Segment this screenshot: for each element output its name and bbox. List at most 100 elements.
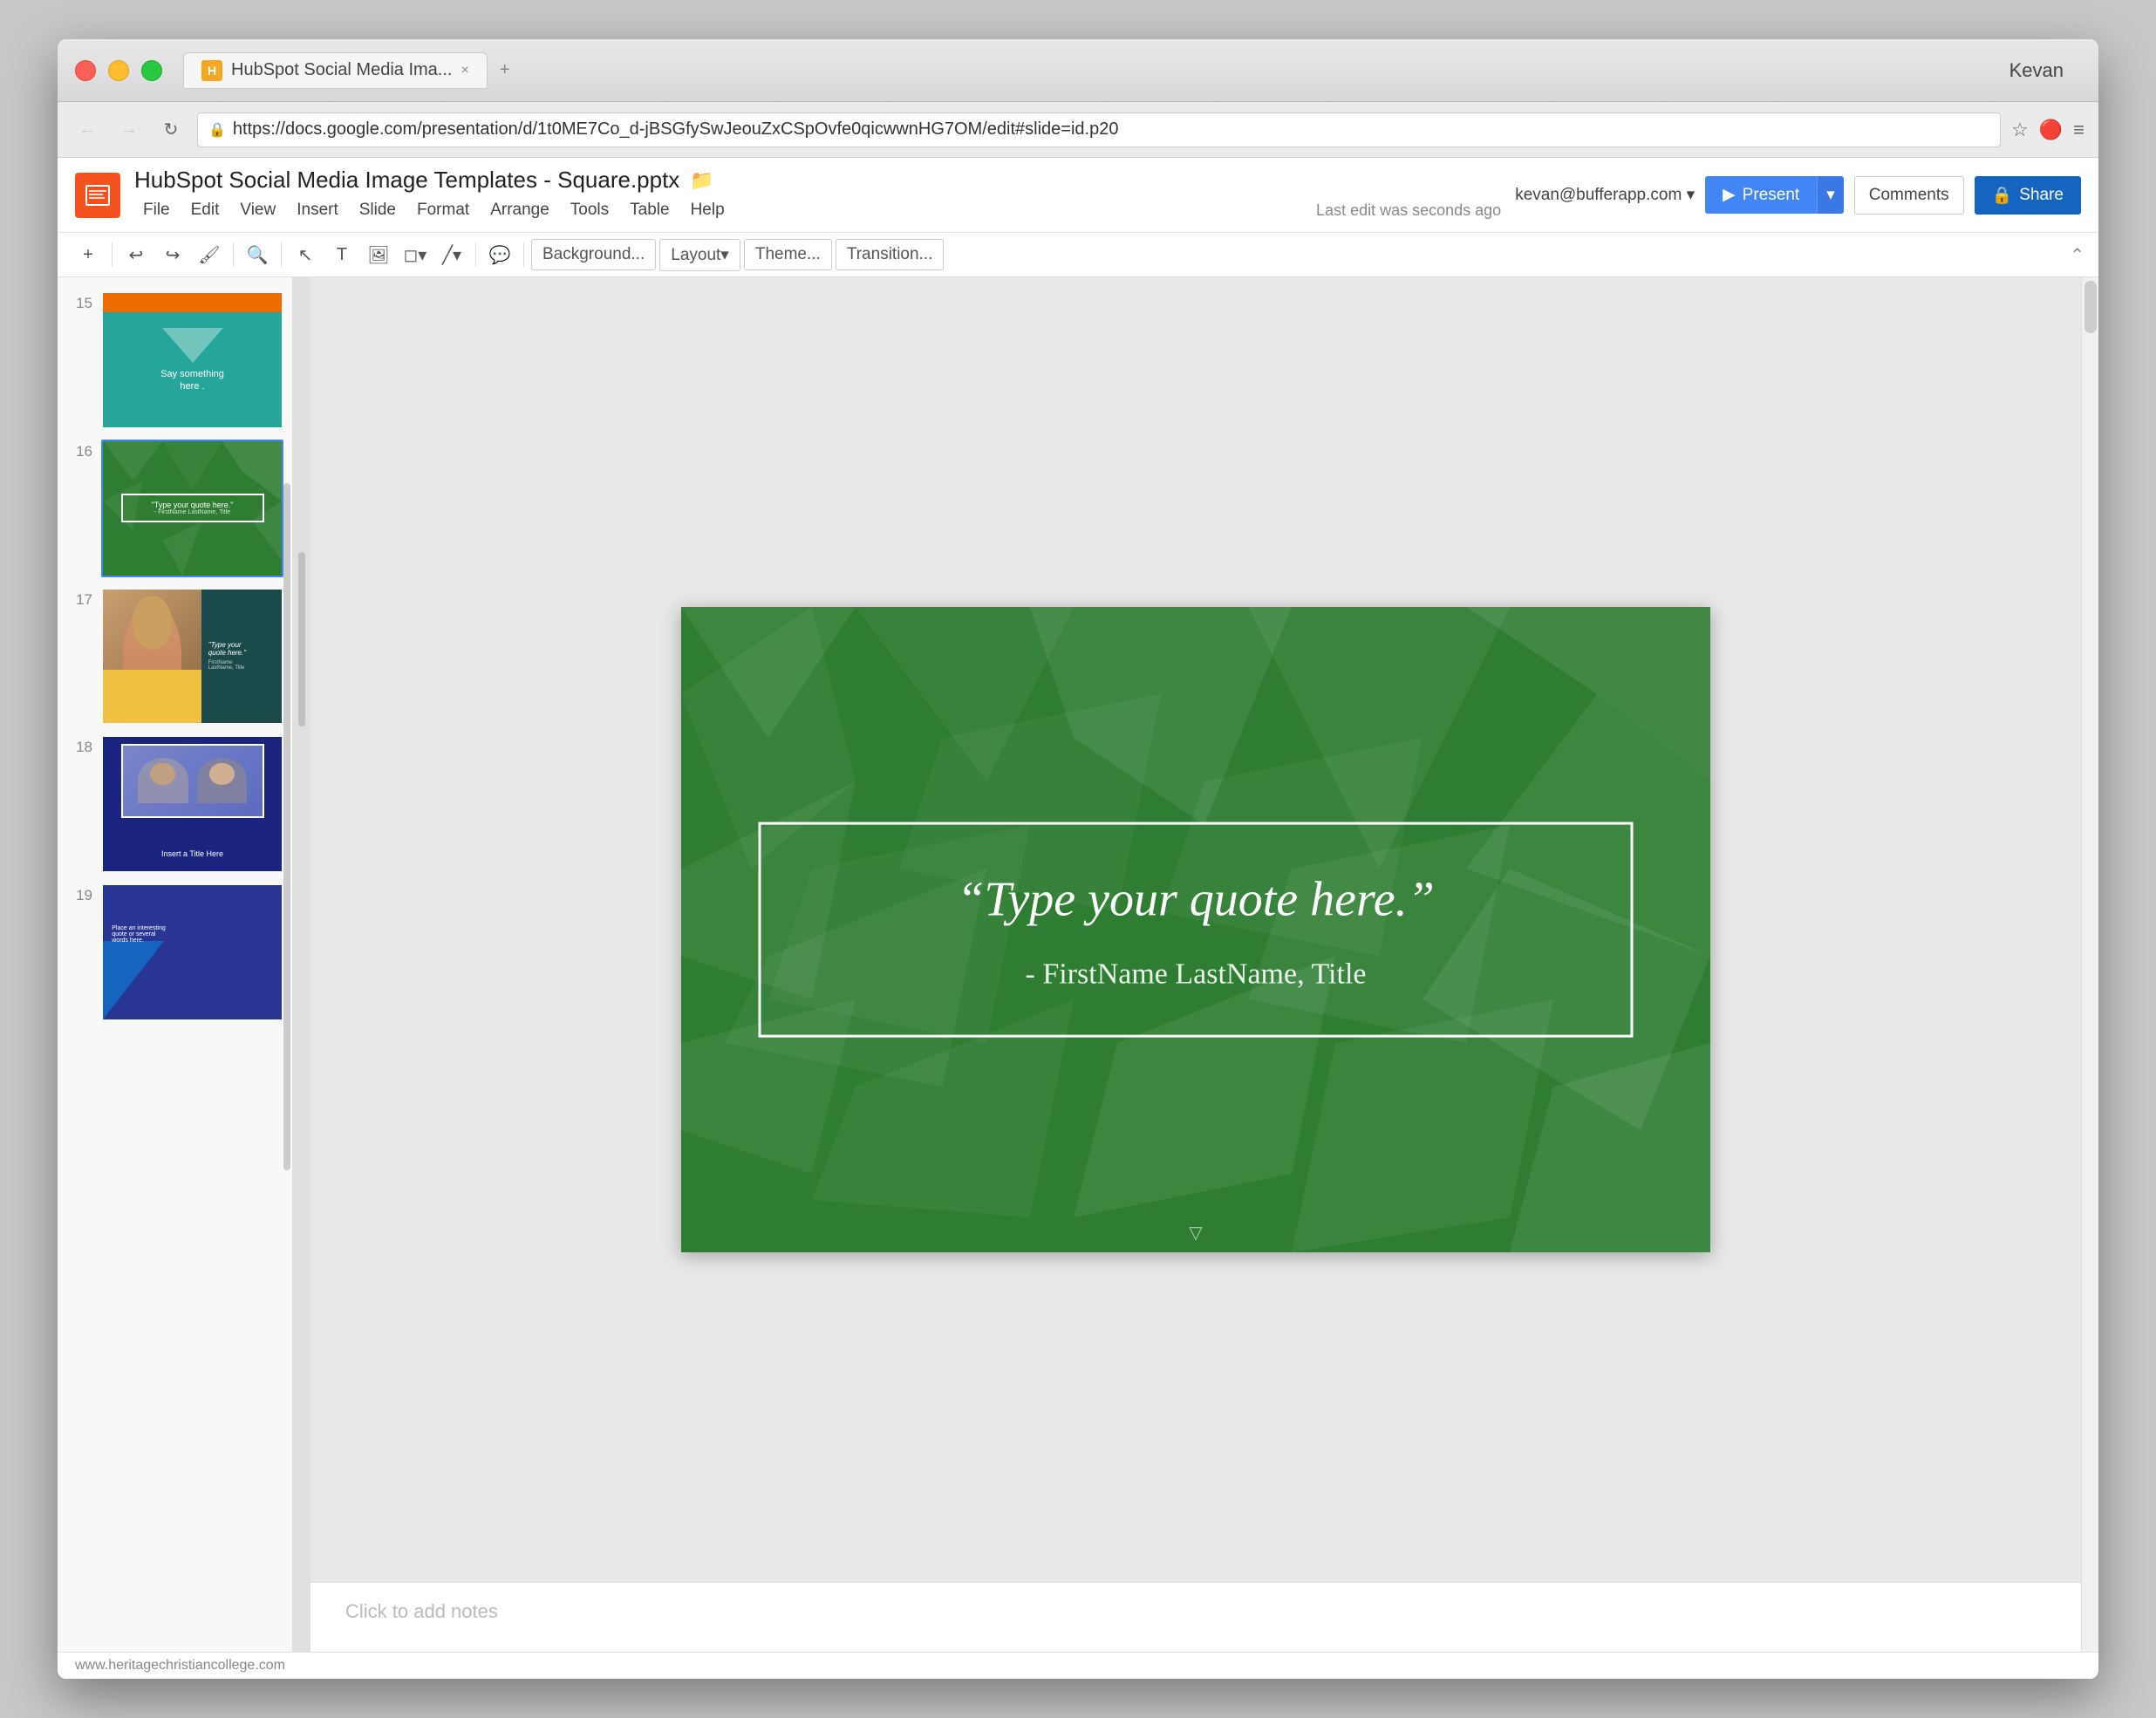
slide15-text: Say somethinghere . [160, 368, 224, 393]
menu-bar: File Edit View Insert Slide Format Arran… [134, 197, 1302, 223]
slide15-orange-bar [103, 293, 282, 312]
transition-button[interactable]: Transition... [836, 239, 945, 270]
slide-thumbnail-15[interactable]: Say somethinghere . [101, 291, 283, 429]
user-name: Kevan [2009, 59, 2064, 82]
header-actions: kevan@bufferapp.com ▾ ▶ Present ▾ Commen… [1515, 176, 2081, 215]
slide17-photo [103, 590, 201, 724]
tab-favicon: H [201, 60, 222, 81]
menu-help[interactable]: Help [682, 197, 733, 223]
slide16-box: "Type your quote here." - FirstName Last… [121, 494, 264, 522]
editor-column: “Type your quote here.” - FirstName Last… [310, 277, 2081, 1652]
slides-app: HubSpot Social Media Image Templates - S… [58, 158, 2098, 1679]
menu-icon[interactable]: ≡ [2073, 119, 2084, 141]
slide-item-16[interactable]: 16 [58, 434, 292, 583]
app-header: HubSpot Social Media Image Templates - S… [58, 158, 2098, 233]
menu-arrange[interactable]: Arrange [481, 197, 558, 223]
close-traffic-light[interactable] [75, 60, 96, 81]
slide-item-19[interactable]: 19 Place an interestingquote or severalw… [58, 878, 292, 1026]
slide-panel-resize-handle [293, 277, 310, 1652]
share-button[interactable]: 🔒 Share [1975, 176, 2081, 215]
redo-button[interactable]: ↪ [156, 238, 189, 271]
slide-panel-scrollbar[interactable] [283, 483, 290, 1170]
present-icon: ▶ [1723, 185, 1736, 205]
lock-share-icon: 🔒 [1992, 185, 2013, 206]
slide-nav-triangle: ▽ [1189, 1222, 1202, 1244]
slide-item-17[interactable]: 17 "Type yourquote here." First [58, 583, 292, 731]
slide-author-text: - FirstName LastName, Title [814, 958, 1579, 991]
slide-canvas[interactable]: “Type your quote here.” - FirstName Last… [681, 607, 1710, 1252]
notes-area[interactable]: Click to add notes [310, 1582, 2081, 1652]
last-edit-status: Last edit was seconds ago [1316, 201, 1501, 223]
url-bar[interactable]: 🔒 https://docs.google.com/presentation/d… [197, 112, 2001, 147]
tab-close-button[interactable]: × [461, 63, 468, 78]
slides-logo [75, 173, 120, 218]
menu-tools[interactable]: Tools [562, 197, 617, 223]
slide-item-18[interactable]: 18 [58, 730, 292, 878]
active-tab[interactable]: H HubSpot Social Media Ima... × [183, 52, 488, 89]
browser-icons: ☆ 🔴 ≡ [2011, 119, 2084, 141]
address-bar: ← → ↻ 🔒 https://docs.google.com/presenta… [58, 102, 2098, 158]
folder-icon[interactable]: 📁 [690, 169, 713, 192]
slide17-right: "Type yourquote here." FirstNameLastName… [201, 590, 282, 724]
minimize-traffic-light[interactable] [108, 60, 129, 81]
slide-canvas-wrapper: “Type your quote here.” - FirstName Last… [310, 277, 2081, 1582]
slide-thumbnail-18[interactable]: Insert a Title Here [101, 735, 283, 873]
slide19-content: Place an interestingquote or severalword… [103, 885, 282, 1019]
theme-button[interactable]: Theme... [744, 239, 832, 270]
tab-bar: H HubSpot Social Media Ima... × + [183, 52, 2009, 89]
slide17-text: "Type yourquote here." [208, 641, 275, 657]
doc-info: HubSpot Social Media Image Templates - S… [134, 167, 1302, 223]
menu-view[interactable]: View [231, 197, 284, 223]
slide18-photo [121, 744, 264, 818]
bookmark-icon[interactable]: ☆ [2011, 119, 2029, 141]
menu-file[interactable]: File [134, 197, 179, 223]
lock-icon: 🔒 [208, 121, 226, 139]
undo-button[interactable]: ↩ [119, 238, 153, 271]
layout-button[interactable]: Layout▾ [659, 239, 740, 271]
slide-item-15[interactable]: 15 Say somethinghere . [58, 286, 292, 434]
present-button[interactable]: ▶ Present [1705, 176, 1817, 214]
zoom-button[interactable]: 🔍 [241, 238, 274, 271]
slide-number-16: 16 [66, 440, 92, 460]
present-dropdown-button[interactable]: ▾ [1817, 176, 1844, 214]
quote-box[interactable]: “Type your quote here.” - FirstName Last… [759, 822, 1634, 1038]
new-tab-button[interactable]: + [500, 60, 510, 80]
slide-thumbnail-19[interactable]: Place an interestingquote or severalword… [101, 883, 283, 1021]
slide-number-19: 19 [66, 883, 92, 904]
add-button[interactable]: + [72, 238, 105, 271]
panel-scrollbar-thumb[interactable] [298, 552, 305, 726]
right-scrollbar [2081, 277, 2098, 1652]
slide15-triangle-shape [162, 328, 223, 363]
notes-placeholder[interactable]: Click to add notes [345, 1600, 498, 1622]
line-button[interactable]: ╱▾ [435, 238, 468, 271]
user-email[interactable]: kevan@bufferapp.com ▾ [1515, 185, 1695, 205]
maximize-traffic-light[interactable] [141, 60, 162, 81]
shapes-button[interactable]: ◻▾ [399, 238, 432, 271]
comments-button[interactable]: Comments [1854, 176, 1964, 215]
back-button[interactable]: ← [72, 114, 103, 146]
slide19-triangle [103, 941, 225, 1019]
image-button[interactable]: 🖼 [362, 238, 395, 271]
slide-number-18: 18 [66, 735, 92, 756]
background-button[interactable]: Background... [531, 239, 656, 270]
menu-slide[interactable]: Slide [351, 197, 405, 223]
menu-insert[interactable]: Insert [288, 197, 347, 223]
forward-button[interactable]: → [113, 114, 145, 146]
slide-thumbnail-17[interactable]: "Type yourquote here." FirstNameLastName… [101, 588, 283, 726]
comment-button[interactable]: 💬 [483, 238, 516, 271]
extensions-icon[interactable]: 🔴 [2039, 119, 2063, 141]
toolbar-separator-5 [523, 242, 524, 267]
menu-edit[interactable]: Edit [182, 197, 229, 223]
right-scrollbar-thumb[interactable] [2084, 281, 2097, 333]
paint-format-button[interactable]: 🖌 [193, 238, 226, 271]
slide-panel: 15 Say somethinghere . 16 [58, 277, 293, 1652]
menu-format[interactable]: Format [408, 197, 478, 223]
slide-thumbnail-16[interactable]: "Type your quote here." - FirstName Last… [101, 440, 283, 577]
refresh-button[interactable]: ↻ [155, 114, 187, 146]
toolbar-collapse-button[interactable]: ⌃ [2070, 244, 2084, 266]
doc-title: HubSpot Social Media Image Templates - S… [134, 167, 679, 194]
slide-quote-text: “Type your quote here.” [814, 869, 1579, 932]
cursor-button[interactable]: ↖ [289, 238, 322, 271]
text-button[interactable]: T [325, 238, 358, 271]
menu-table[interactable]: Table [621, 197, 678, 223]
